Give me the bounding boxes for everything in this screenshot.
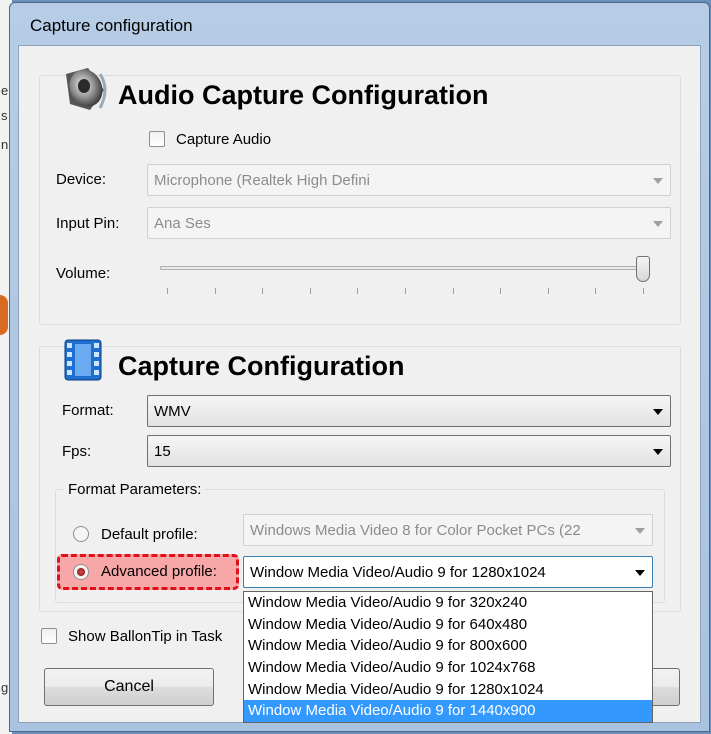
slider-tick xyxy=(405,288,406,294)
slider-tick xyxy=(452,288,454,294)
advanced-profile-select[interactable]: Window Media Video/Audio 9 for 1280x1024 xyxy=(243,556,653,588)
speaker-icon xyxy=(66,68,107,110)
slider-tick xyxy=(547,288,549,294)
chevron-down-icon xyxy=(653,409,663,415)
device-label: Device: xyxy=(56,171,107,188)
chevron-down-icon xyxy=(635,570,645,576)
fps-value: 15 xyxy=(154,443,171,460)
background-text: s xyxy=(1,108,8,123)
device-select[interactable]: Microphone (Realtek High Defini xyxy=(147,164,671,196)
dropdown-option[interactable]: Window Media Video/Audio 9 for 1440x900 xyxy=(244,700,652,723)
default-profile-value: Windows Media Video 8 for Color Pocket P… xyxy=(250,522,581,539)
dropdown-option[interactable]: Window Media Video/Audio 9 for 1024x768 xyxy=(244,657,652,679)
audio-header: Audio Capture Configuration xyxy=(118,80,489,110)
input-pin-label: Input Pin: xyxy=(56,215,120,232)
slider-tick xyxy=(595,288,597,294)
fps-label: Fps: xyxy=(62,443,92,460)
background-text: n xyxy=(1,137,9,152)
advanced-profile-value: Window Media Video/Audio 9 for 1280x1024 xyxy=(250,564,546,581)
chevron-down-icon xyxy=(653,221,663,227)
slider-tick xyxy=(262,288,264,294)
slider-track xyxy=(160,266,650,270)
slider-tick xyxy=(357,288,359,294)
device-value: Microphone (Realtek High Defini xyxy=(154,172,370,189)
balloon-tip-label: Show BallonTip in Task xyxy=(68,628,223,645)
input-pin-value: Ana Ses xyxy=(154,215,211,232)
background-text: e xyxy=(1,83,9,98)
fps-select[interactable]: 15 xyxy=(147,435,671,467)
volume-slider[interactable] xyxy=(160,256,660,296)
background-text: g xyxy=(1,680,9,695)
slider-tick xyxy=(309,288,311,294)
slider-tick xyxy=(167,288,168,294)
format-value: WMV xyxy=(154,403,191,420)
default-profile-label: Default profile: xyxy=(101,526,198,543)
film-icon xyxy=(64,339,102,381)
capture-audio-label: Capture Audio xyxy=(176,131,272,148)
chevron-down-icon xyxy=(635,528,645,534)
capture-header: Capture Configuration xyxy=(118,351,405,381)
window-title: Capture configuration xyxy=(30,16,193,35)
chevron-down-icon xyxy=(653,449,663,455)
dropdown-option[interactable]: Window Media Video/Audio 9 for 640x480 xyxy=(244,614,652,636)
slider-tick xyxy=(643,288,644,294)
input-pin-select[interactable]: Ana Ses xyxy=(147,207,671,239)
chevron-down-icon xyxy=(653,178,663,184)
format-select[interactable]: WMV xyxy=(147,395,671,427)
capture-audio-checkbox[interactable] xyxy=(149,131,165,147)
slider-thumb[interactable] xyxy=(636,256,650,282)
format-params-title: Format Parameters: xyxy=(64,481,206,498)
dropdown-option[interactable]: Window Media Video/Audio 9 for 320x240 xyxy=(244,592,652,614)
default-profile-select[interactable]: Windows Media Video 8 for Color Pocket P… xyxy=(243,514,653,546)
dropdown-option[interactable]: Window Media Video/Audio 9 for 1280x1024 xyxy=(244,679,652,701)
slider-tick xyxy=(500,288,502,294)
balloon-tip-checkbox[interactable] xyxy=(41,628,57,644)
volume-label: Volume: xyxy=(56,265,111,282)
advanced-profile-radio[interactable] xyxy=(73,564,89,580)
format-label: Format: xyxy=(62,402,114,419)
advanced-profile-label: Advanced profile: xyxy=(101,563,217,580)
cancel-button[interactable]: Cancel xyxy=(44,668,214,706)
dropdown-option[interactable]: Window Media Video/Audio 9 for 800x600 xyxy=(244,635,652,657)
profile-dropdown-list[interactable]: Window Media Video/Audio 9 for 320x240 W… xyxy=(243,591,653,723)
slider-tick xyxy=(214,288,216,294)
default-profile-radio[interactable] xyxy=(73,526,89,542)
